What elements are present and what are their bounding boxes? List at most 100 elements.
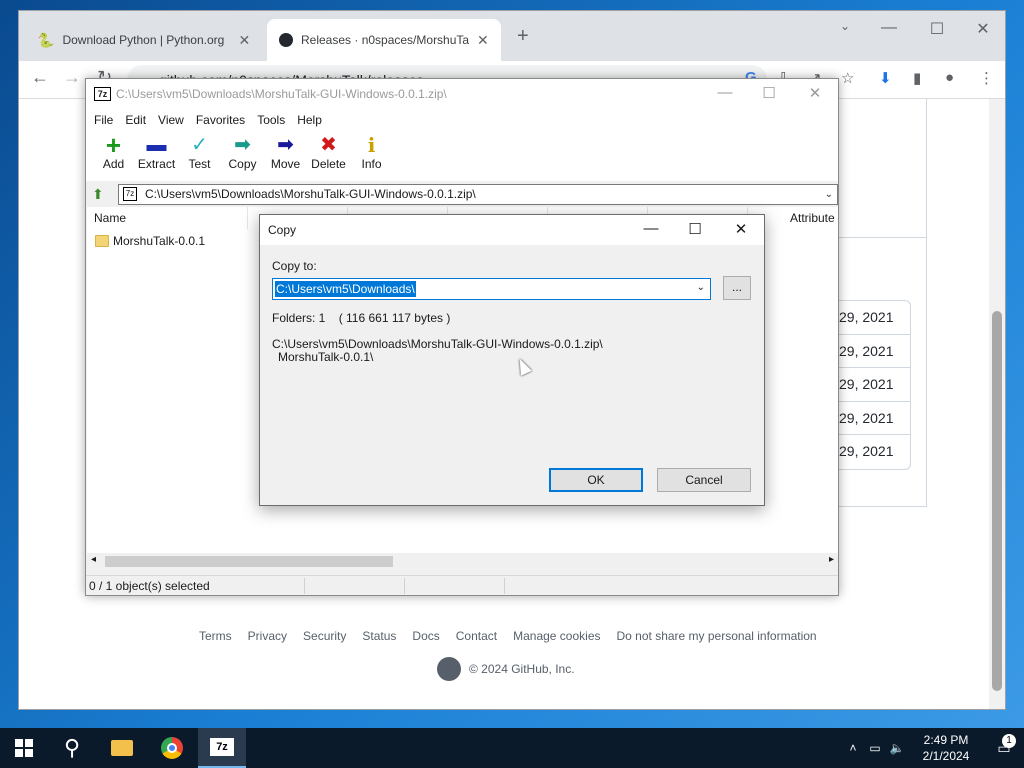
tab-python[interactable]: 🐍 Download Python | Python.org ✕ [25, 19, 262, 61]
menu-help[interactable]: Help [297, 113, 322, 127]
tab-title: Download Python | Python.org [62, 33, 225, 47]
close-button[interactable]: ✕ [718, 220, 764, 238]
path-combobox[interactable]: 7z C:\Users\vm5\Downloads\MorshuTalk-GUI… [118, 184, 838, 205]
column-separator[interactable] [247, 207, 248, 229]
menu-file[interactable]: File [94, 113, 113, 127]
dialog-title-bar[interactable]: Copy — ☐ ✕ [260, 215, 764, 245]
file-name: MorshuTalk-0.0.1 [113, 234, 206, 248]
table-row[interactable]: MorshuTalk-0.0.1 [95, 234, 205, 248]
divider [504, 578, 505, 594]
windows-logo-icon [15, 739, 33, 757]
footer-link-cookies[interactable]: Manage cookies [513, 629, 600, 643]
page-scrollbar[interactable] [989, 99, 1005, 709]
column-name[interactable]: Name [94, 211, 126, 225]
footer-links: Terms Privacy Security Status Docs Conta… [199, 629, 817, 643]
python-icon: 🐍 [37, 31, 55, 48]
profile-icon[interactable]: ● [945, 69, 954, 86]
footer-link-contact[interactable]: Contact [456, 629, 497, 643]
close-button[interactable]: ✕ [963, 19, 1003, 39]
copyright-text: © 2024 GitHub, Inc. [469, 662, 575, 676]
scroll-right-icon[interactable]: ▸ [829, 554, 834, 565]
chrome-icon [161, 737, 183, 759]
scrollbar-thumb[interactable] [992, 311, 1002, 691]
7zip-icon: 7z [210, 738, 234, 756]
tab-releases[interactable]: Releases · n0spaces/MorshuTalk ✕ [267, 19, 501, 61]
menu-icon[interactable]: ⋮ [979, 69, 994, 87]
chrome-tab-bar: 🐍 Download Python | Python.org ✕ Release… [19, 11, 1005, 61]
window-title: C:\Users\vm5\Downloads\MorshuTalk-GUI-Wi… [116, 87, 447, 101]
info-button[interactable]: i Info [350, 131, 393, 181]
delete-button[interactable]: ✖ Delete [307, 131, 350, 181]
footer-link-status[interactable]: Status [362, 629, 396, 643]
maximize-button[interactable]: ☐ [672, 220, 718, 238]
tool-label: Test [188, 157, 211, 171]
maximize-button[interactable]: ☐ [746, 84, 792, 102]
close-button[interactable]: ✕ [792, 84, 838, 102]
minimize-button[interactable]: — [702, 84, 748, 101]
menu-edit[interactable]: Edit [125, 113, 146, 127]
horizontal-scrollbar[interactable]: ◂ ▸ [87, 553, 838, 570]
notifications-button[interactable]: ▭ 1 [984, 733, 1024, 757]
chevron-down-icon[interactable]: ⌄ [697, 282, 705, 293]
column-attributes[interactable]: Attribute [790, 211, 835, 225]
maximize-button[interactable]: ☐ [917, 19, 957, 39]
copy-to-label: Copy to: [272, 259, 317, 273]
chevron-up-icon[interactable]: ˄ [842, 741, 864, 755]
tool-label: Copy [228, 157, 257, 171]
file-explorer-button[interactable] [98, 728, 146, 768]
clock[interactable]: 2:49 PM 2/1/2024 [908, 732, 984, 764]
start-button[interactable] [0, 728, 48, 768]
menu-tools[interactable]: Tools [257, 113, 285, 127]
tab-search-icon[interactable]: ⌄ [825, 19, 865, 33]
source-path: C:\Users\vm5\Downloads\MorshuTalk-GUI-Wi… [272, 337, 603, 351]
tab-close-icon[interactable]: ✕ [477, 32, 489, 49]
forward-button[interactable]: → [63, 67, 81, 88]
minimize-button[interactable]: — [628, 220, 674, 237]
volume-muted-icon[interactable]: 🔈 [886, 741, 908, 755]
scrollbar-thumb[interactable] [105, 556, 393, 567]
back-button[interactable]: ← [31, 67, 49, 88]
tab-close-icon[interactable]: ✕ [238, 32, 250, 49]
footer-link-privacy[interactable]: Privacy [248, 629, 287, 643]
browse-button[interactable]: ... [723, 276, 751, 300]
taskbar: ⚲ 7z ˄ ▭ 🔈 2:49 PM 2/1/2024 ▭ 1 [0, 728, 1024, 768]
divider [304, 578, 305, 594]
footer-link-terms[interactable]: Terms [199, 629, 232, 643]
destination-combobox[interactable]: C:\Users\vm5\Downloads\ ⌄ [272, 278, 711, 300]
test-icon: ✓ [191, 134, 208, 156]
tool-label: Add [102, 157, 125, 171]
footer-link-do-not-share[interactable]: Do not share my personal information [617, 629, 817, 643]
menu-view[interactable]: View [158, 113, 184, 127]
test-button[interactable]: ✓ Test [178, 131, 221, 181]
cancel-button[interactable]: Cancel [657, 468, 751, 492]
folder-up-icon[interactable]: ⬆ [92, 186, 108, 202]
7zip-title-bar[interactable]: 7z C:\Users\vm5\Downloads\MorshuTalk-GUI… [86, 79, 838, 109]
copy-button[interactable]: ➡ Copy [221, 131, 264, 181]
scroll-left-icon[interactable]: ◂ [91, 554, 96, 565]
dialog-title: Copy [268, 223, 297, 237]
bookmark-star-icon[interactable]: ☆ [841, 69, 854, 87]
status-bar: 0 / 1 object(s) selected [86, 575, 838, 596]
search-icon[interactable]: ⚲ [48, 728, 96, 768]
ok-button[interactable]: OK [549, 468, 643, 492]
add-button[interactable]: + Add [92, 131, 135, 181]
tool-label: Extract [137, 157, 176, 171]
menu-favorites[interactable]: Favorites [196, 113, 245, 127]
destination-input[interactable]: C:\Users\vm5\Downloads\ [275, 281, 416, 297]
github-logo-icon[interactable] [437, 657, 461, 681]
7zip-taskbar-button[interactable]: 7z [198, 728, 246, 768]
footer-copyright: © 2024 GitHub, Inc. [437, 657, 575, 681]
chevron-down-icon[interactable]: ⌄ [825, 185, 833, 204]
new-tab-button[interactable]: + [517, 25, 529, 48]
chrome-taskbar-button[interactable] [148, 728, 196, 768]
side-panel-icon[interactable]: ▮ [913, 69, 921, 87]
move-button[interactable]: ➡ Move [264, 131, 307, 181]
downloads-icon[interactable]: ⬇ [879, 69, 892, 87]
footer-link-docs[interactable]: Docs [412, 629, 439, 643]
network-icon[interactable]: ▭ [864, 741, 886, 755]
footer-link-security[interactable]: Security [303, 629, 346, 643]
extract-icon: ▬ [146, 134, 167, 156]
status-text: 0 / 1 object(s) selected [89, 579, 210, 593]
extract-button[interactable]: ▬ Extract [135, 131, 178, 181]
minimize-button[interactable]: — [869, 19, 909, 37]
